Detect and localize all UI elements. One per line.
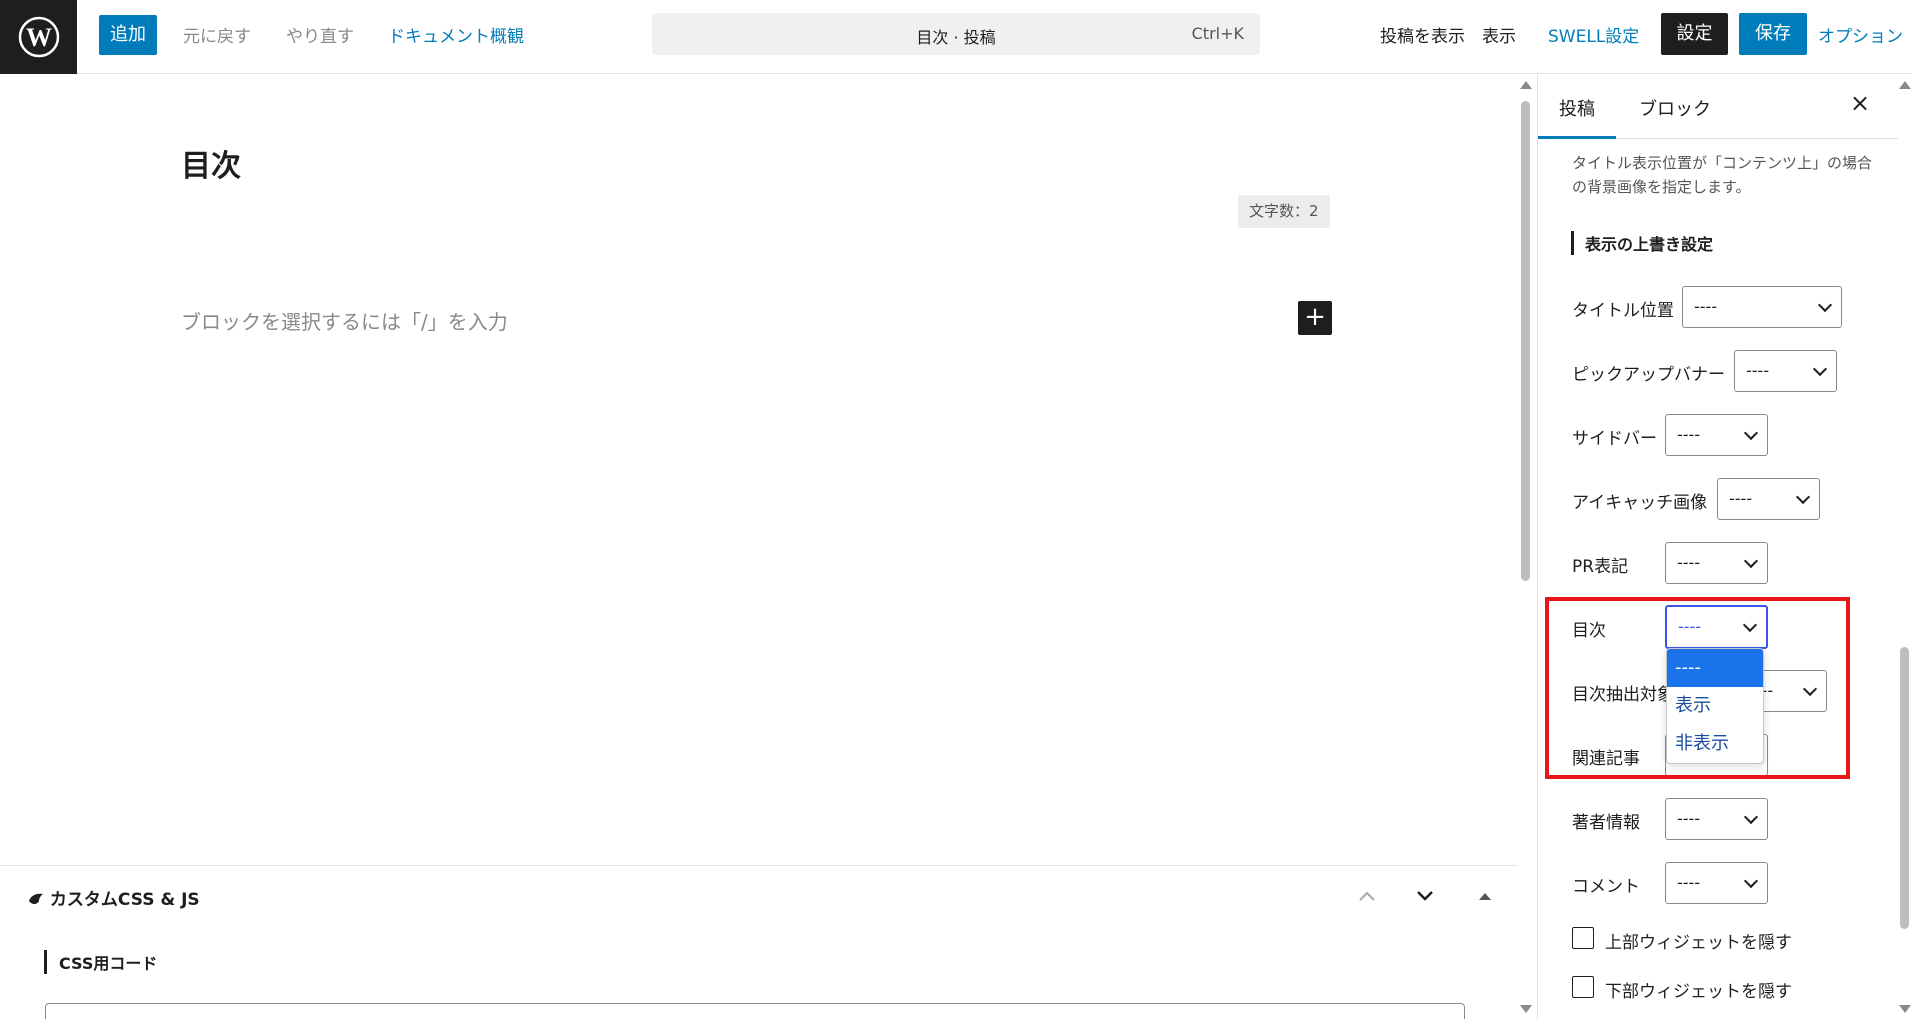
close-icon[interactable]: × bbox=[1850, 89, 1870, 117]
block-placeholder[interactable]: ブロックを選択するには「/」を入力 bbox=[181, 306, 508, 335]
scroll-up-icon[interactable] bbox=[1520, 81, 1532, 89]
select-value: ---- bbox=[1677, 809, 1701, 828]
add-block-button[interactable]: 追加 bbox=[99, 15, 157, 55]
select-value: ---- bbox=[1729, 489, 1753, 508]
pickup-banner-select[interactable]: ---- bbox=[1734, 350, 1837, 392]
settings-sidebar: 投稿 ブロック × タイトル表示位置が「コンテンツ上」の場合の背景画像を指定しま… bbox=[1537, 75, 1912, 1019]
sidebar-scrollbar[interactable] bbox=[1896, 75, 1912, 1019]
metabox-title: カスタムCSS & JS bbox=[28, 885, 200, 910]
metabox-title-text: カスタムCSS & JS bbox=[49, 890, 200, 910]
word-count-badge: 文字数：2 bbox=[1238, 195, 1330, 228]
block-inserter-button[interactable]: + bbox=[1298, 301, 1332, 335]
swell-settings-button[interactable]: SWELL設定 bbox=[1548, 22, 1639, 47]
block-editor: W 追加 元に戻す やり直す ドキュメント概観 目次 · 投稿 Ctrl+K 投… bbox=[0, 0, 1912, 1019]
scroll-up-icon[interactable] bbox=[1899, 81, 1911, 89]
pickup-banner-label: ピックアップバナー bbox=[1572, 365, 1725, 385]
pr-notation-label: PR表記 bbox=[1572, 557, 1629, 577]
pr-notation-select[interactable]: ---- bbox=[1665, 542, 1768, 584]
hide-top-widget-label[interactable]: 上部ウィジェットを隠す bbox=[1605, 928, 1792, 953]
move-up-icon[interactable] bbox=[1357, 884, 1377, 908]
eyecatch-image-select[interactable]: ---- bbox=[1717, 478, 1820, 520]
title-position-select[interactable]: ---- bbox=[1682, 286, 1842, 328]
command-shortcut: Ctrl+K bbox=[1191, 24, 1244, 43]
sidebar-tabs: 投稿 ブロック × bbox=[1538, 75, 1898, 139]
tab-block[interactable]: ブロック bbox=[1639, 95, 1711, 121]
override-settings-heading: 表示の上書き設定 bbox=[1571, 231, 1713, 255]
bird-icon bbox=[28, 890, 50, 910]
save-button[interactable]: 保存 bbox=[1739, 13, 1807, 55]
hide-bottom-widget-checkbox[interactable] bbox=[1572, 976, 1594, 998]
chevron-down-icon bbox=[1812, 361, 1828, 377]
select-value: ---- bbox=[1677, 553, 1701, 572]
scroll-down-icon[interactable] bbox=[1520, 1005, 1532, 1013]
sidebar-option-label: サイドバー bbox=[1572, 429, 1657, 449]
chevron-down-icon bbox=[1743, 553, 1759, 569]
css-code-label: CSS用コード bbox=[44, 950, 157, 974]
document-overview-button[interactable]: ドキュメント概観 bbox=[388, 22, 524, 47]
undo-button[interactable]: 元に戻す bbox=[183, 22, 251, 47]
background-image-description: タイトル表示位置が「コンテンツ上」の場合の背景画像を指定します。 bbox=[1572, 154, 1873, 196]
hide-top-widget-checkbox[interactable] bbox=[1572, 927, 1594, 949]
command-title: 目次 · 投稿 bbox=[916, 28, 996, 47]
svg-text:W: W bbox=[26, 23, 52, 52]
chevron-down-icon bbox=[1743, 809, 1759, 825]
css-code-editor[interactable] bbox=[45, 1003, 1465, 1019]
scrollbar-thumb[interactable] bbox=[1900, 647, 1909, 929]
wordpress-logo-icon[interactable]: W bbox=[0, 0, 77, 74]
scrollbar-thumb[interactable] bbox=[1521, 101, 1530, 581]
select-value: ---- bbox=[1677, 873, 1701, 892]
active-tab-indicator bbox=[1538, 136, 1616, 139]
author-info-select[interactable]: ---- bbox=[1665, 798, 1768, 840]
move-down-icon[interactable] bbox=[1415, 884, 1435, 908]
comments-label: コメント bbox=[1572, 877, 1640, 897]
editor-canvas: 目次 文字数：2 ブロックを選択するには「/」を入力 + bbox=[0, 75, 1517, 865]
chevron-down-icon bbox=[1743, 425, 1759, 441]
toggle-panel-icon[interactable] bbox=[1478, 884, 1492, 908]
command-palette-bar[interactable]: 目次 · 投稿 Ctrl+K bbox=[652, 13, 1260, 55]
select-value: ---- bbox=[1746, 361, 1770, 380]
editor-header: W 追加 元に戻す やり直す ドキュメント概観 目次 · 投稿 Ctrl+K 投… bbox=[0, 0, 1912, 74]
sidebar-option-select[interactable]: ---- bbox=[1665, 414, 1768, 456]
select-value: ---- bbox=[1694, 297, 1718, 316]
custom-css-js-metabox: カスタムCSS & JS CSS用コード bbox=[0, 865, 1517, 1019]
chevron-down-icon bbox=[1817, 297, 1833, 313]
hide-bottom-widget-label[interactable]: 下部ウィジェットを隠す bbox=[1605, 977, 1792, 1002]
preview-button[interactable]: 表示 bbox=[1482, 22, 1516, 47]
author-info-label: 著者情報 bbox=[1572, 813, 1640, 833]
redo-button[interactable]: やり直す bbox=[286, 22, 354, 47]
chevron-down-icon bbox=[1795, 489, 1811, 505]
editor-scrollbar[interactable] bbox=[1517, 75, 1535, 1019]
settings-button[interactable]: 設定 bbox=[1661, 13, 1728, 55]
eyecatch-image-label: アイキャッチ画像 bbox=[1572, 493, 1708, 513]
post-title[interactable]: 目次 bbox=[181, 141, 241, 185]
highlight-annotation-box bbox=[1545, 597, 1850, 779]
scroll-down-icon[interactable] bbox=[1899, 1005, 1911, 1013]
title-position-label: タイトル位置 bbox=[1572, 301, 1674, 321]
view-post-link[interactable]: 投稿を表示 bbox=[1380, 22, 1465, 47]
comments-select[interactable]: ---- bbox=[1665, 862, 1768, 904]
tab-post[interactable]: 投稿 bbox=[1559, 95, 1595, 121]
options-button[interactable]: オプション bbox=[1818, 22, 1903, 47]
select-value: ---- bbox=[1677, 425, 1701, 444]
chevron-down-icon bbox=[1743, 873, 1759, 889]
